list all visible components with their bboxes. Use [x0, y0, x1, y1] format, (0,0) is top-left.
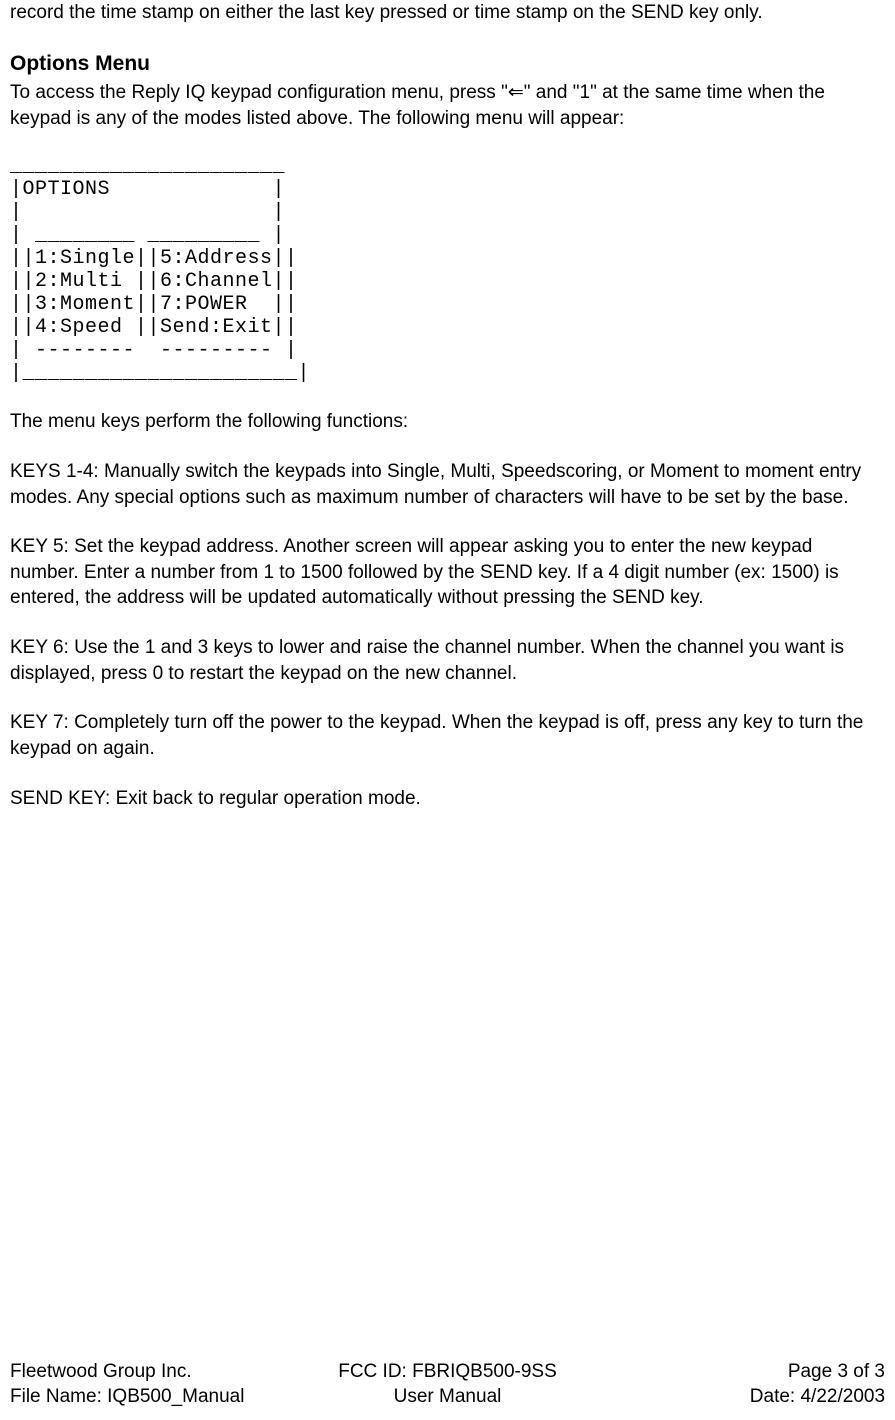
- footer-fcc-id: FCC ID: FBRIQB500-9SS: [302, 1359, 594, 1385]
- page-footer: Fleetwood Group Inc. FCC ID: FBRIQB500-9…: [10, 1359, 885, 1410]
- left-arrow-icon: ⇐: [508, 82, 524, 103]
- footer-row-2: File Name: IQB500_Manual User Manual Dat…: [10, 1384, 885, 1410]
- footer-row-1: Fleetwood Group Inc. FCC ID: FBRIQB500-9…: [10, 1359, 885, 1385]
- footer-date: Date: 4/22/2003: [593, 1384, 885, 1410]
- access-paragraph: To access the Reply IQ keypad configurat…: [10, 80, 885, 131]
- intro-paragraph: record the time stamp on either the last…: [10, 0, 885, 26]
- key-7-paragraph: KEY 7: Completely turn off the power to …: [10, 710, 885, 761]
- send-key-paragraph: SEND KEY: Exit back to regular operation…: [10, 786, 885, 812]
- key-6-paragraph: KEY 6: Use the 1 and 3 keys to lower and…: [10, 635, 885, 686]
- ascii-menu-diagram: ______________________ |OPTIONS | | | | …: [10, 155, 885, 385]
- footer-company: Fleetwood Group Inc.: [10, 1359, 302, 1385]
- keys-1-4-paragraph: KEYS 1-4: Manually switch the keypads in…: [10, 459, 885, 510]
- footer-page-number: Page 3 of 3: [593, 1359, 885, 1385]
- access-text-1: To access the Reply IQ keypad configurat…: [10, 82, 508, 103]
- key-5-paragraph: KEY 5: Set the keypad address. Another s…: [10, 534, 885, 611]
- heading-options-menu: Options Menu: [10, 50, 885, 78]
- document-body: record the time stamp on either the last…: [10, 0, 885, 811]
- footer-doc-type: User Manual: [302, 1384, 594, 1410]
- section-options-menu: Options Menu To access the Reply IQ keyp…: [10, 50, 885, 132]
- menu-functions-intro: The menu keys perform the following func…: [10, 409, 885, 435]
- footer-filename: File Name: IQB500_Manual: [10, 1384, 302, 1410]
